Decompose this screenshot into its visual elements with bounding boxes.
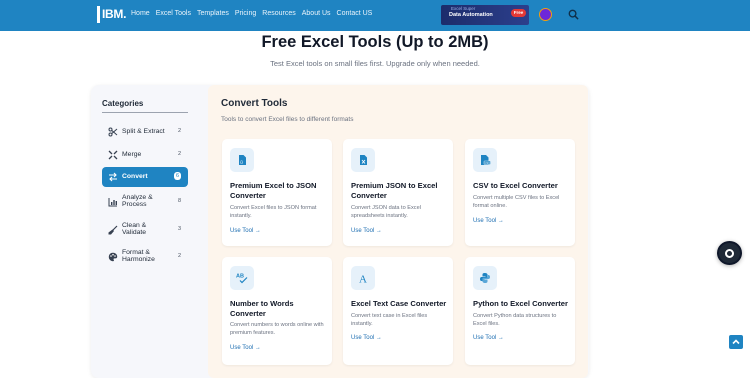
promo-title: Data Automation xyxy=(449,12,493,18)
tool-title: CSV to Excel Converter xyxy=(473,181,558,190)
promo-badge: Free xyxy=(511,9,526,17)
category-count: 2 xyxy=(177,128,181,134)
category-convert[interactable]: Convert 6 xyxy=(102,167,188,187)
nav-home[interactable]: Home xyxy=(131,10,150,17)
category-count: 3 xyxy=(177,226,181,232)
broom-icon xyxy=(108,225,118,235)
promo-banner[interactable]: Excel Super Data Automation Free xyxy=(441,5,529,25)
category-analyze-process[interactable]: Analyze & Process 8 xyxy=(102,192,188,212)
use-tool-link[interactable]: Use Tool → xyxy=(230,228,261,234)
tool-description: Convert Python data structures to Excel … xyxy=(473,313,557,327)
chevron-up-icon xyxy=(732,339,740,345)
category-label: Merge xyxy=(122,151,142,158)
category-count: 6 xyxy=(173,172,181,180)
tool-card-json-to-excel[interactable]: Premium JSON to Excel Converter Convert … xyxy=(343,139,453,246)
category-label: Convert xyxy=(122,173,148,180)
tool-card-text-case[interactable]: A Excel Text Case Converter Convert text… xyxy=(343,257,453,365)
file-excel-icon xyxy=(351,148,375,172)
tool-title: Premium JSON to Excel Converter xyxy=(351,181,438,200)
chart-icon xyxy=(108,198,117,207)
use-tool-link[interactable]: Use Tool → xyxy=(473,218,504,224)
tool-title: Premium Excel to JSON Converter xyxy=(230,181,317,200)
category-label: Format & Harmonize xyxy=(122,249,155,263)
chat-icon xyxy=(725,249,734,258)
scroll-to-top-button[interactable] xyxy=(729,335,743,349)
category-format-harmonize[interactable]: Format & Harmonize 2 xyxy=(102,247,188,267)
tool-card-python-to-excel[interactable]: Python to Excel Converter Convert Python… xyxy=(465,257,575,365)
category-merge[interactable]: Merge 2 xyxy=(102,145,188,165)
section-description: Tools to convert Excel files to differen… xyxy=(221,116,354,123)
python-icon xyxy=(473,266,497,290)
merge-icon xyxy=(108,150,118,160)
file-csv-icon: CSV xyxy=(473,148,497,172)
nav-excel-tools[interactable]: Excel Tools xyxy=(156,10,191,17)
svg-text:A: A xyxy=(359,274,367,285)
search-icon[interactable] xyxy=(568,9,579,20)
tool-card-excel-to-json[interactable]: {} Premium Excel to JSON Converter Conve… xyxy=(222,139,332,246)
category-split-extract[interactable]: Split & Extract 2 xyxy=(102,122,188,142)
svg-text:CSV: CSV xyxy=(485,161,491,165)
use-tool-link[interactable]: Use Tool → xyxy=(473,335,504,341)
use-tool-link[interactable]: Use Tool → xyxy=(351,335,382,341)
nav-templates[interactable]: Templates xyxy=(197,10,229,17)
scissors-icon xyxy=(108,127,118,137)
category-count: 8 xyxy=(177,198,181,204)
chat-widget-button[interactable] xyxy=(717,241,742,265)
sidebar-title: Categories xyxy=(102,99,144,108)
sidebar-divider xyxy=(102,112,188,113)
convert-arrows-icon xyxy=(109,172,117,182)
category-label: Analyze & Process xyxy=(122,194,153,208)
user-avatar[interactable] xyxy=(539,8,552,21)
tool-description: Convert Excel files to JSON format insta… xyxy=(230,205,317,219)
tool-description: Convert multiple CSV files to Excel form… xyxy=(473,195,560,209)
tool-description: Convert text case in Excel files instant… xyxy=(351,313,428,327)
top-navbar: IBM. Home Excel Tools Templates Pricing … xyxy=(0,0,750,31)
nav-contact-us[interactable]: Contact US xyxy=(337,10,373,17)
tool-description: Convert numbers to words online with pre… xyxy=(230,322,324,336)
page-title: Free Excel Tools (Up to 2MB) xyxy=(261,33,489,51)
site-logo[interactable]: IBM. xyxy=(97,6,128,23)
category-count: 2 xyxy=(177,151,181,157)
category-label: Split & Extract xyxy=(122,128,165,135)
palette-icon xyxy=(108,252,118,262)
page-subtitle: Test Excel tools on small files first. U… xyxy=(270,59,480,68)
svg-text:AB: AB xyxy=(236,274,244,280)
category-label: Clean & Validate xyxy=(122,222,147,236)
convert-tools-section: Convert Tools Tools to convert Excel fil… xyxy=(208,85,588,378)
file-json-icon: {} xyxy=(230,148,254,172)
tool-title: Excel Text Case Converter xyxy=(351,299,447,308)
category-clean-validate[interactable]: Clean & Validate 3 xyxy=(102,220,188,240)
use-tool-link[interactable]: Use Tool → xyxy=(351,228,382,234)
spellcheck-icon: AB xyxy=(230,266,254,290)
nav-about-us[interactable]: About Us xyxy=(302,10,331,17)
tool-card-csv-to-excel[interactable]: CSV CSV to Excel Converter Convert multi… xyxy=(465,139,575,246)
section-title: Convert Tools xyxy=(221,98,288,109)
font-case-icon: A xyxy=(351,266,375,290)
tool-description: Convert JSON data to Excel spreadsheets … xyxy=(351,205,421,219)
tool-card-number-to-words[interactable]: AB Number to Words Converter Convert num… xyxy=(222,257,332,365)
main-nav: Home Excel Tools Templates Pricing Resou… xyxy=(131,10,372,17)
tool-title: Number to Words Converter xyxy=(230,299,294,318)
nav-resources[interactable]: Resources xyxy=(262,10,295,17)
use-tool-link[interactable]: Use Tool → xyxy=(230,345,261,351)
categories-sidebar: Categories Split & Extract 2 Merge 2 Con… xyxy=(91,85,197,378)
promo-subtitle: Excel Super xyxy=(451,6,476,11)
tool-title: Python to Excel Converter xyxy=(473,299,568,308)
category-count: 2 xyxy=(177,253,181,259)
nav-pricing[interactable]: Pricing xyxy=(235,10,256,17)
